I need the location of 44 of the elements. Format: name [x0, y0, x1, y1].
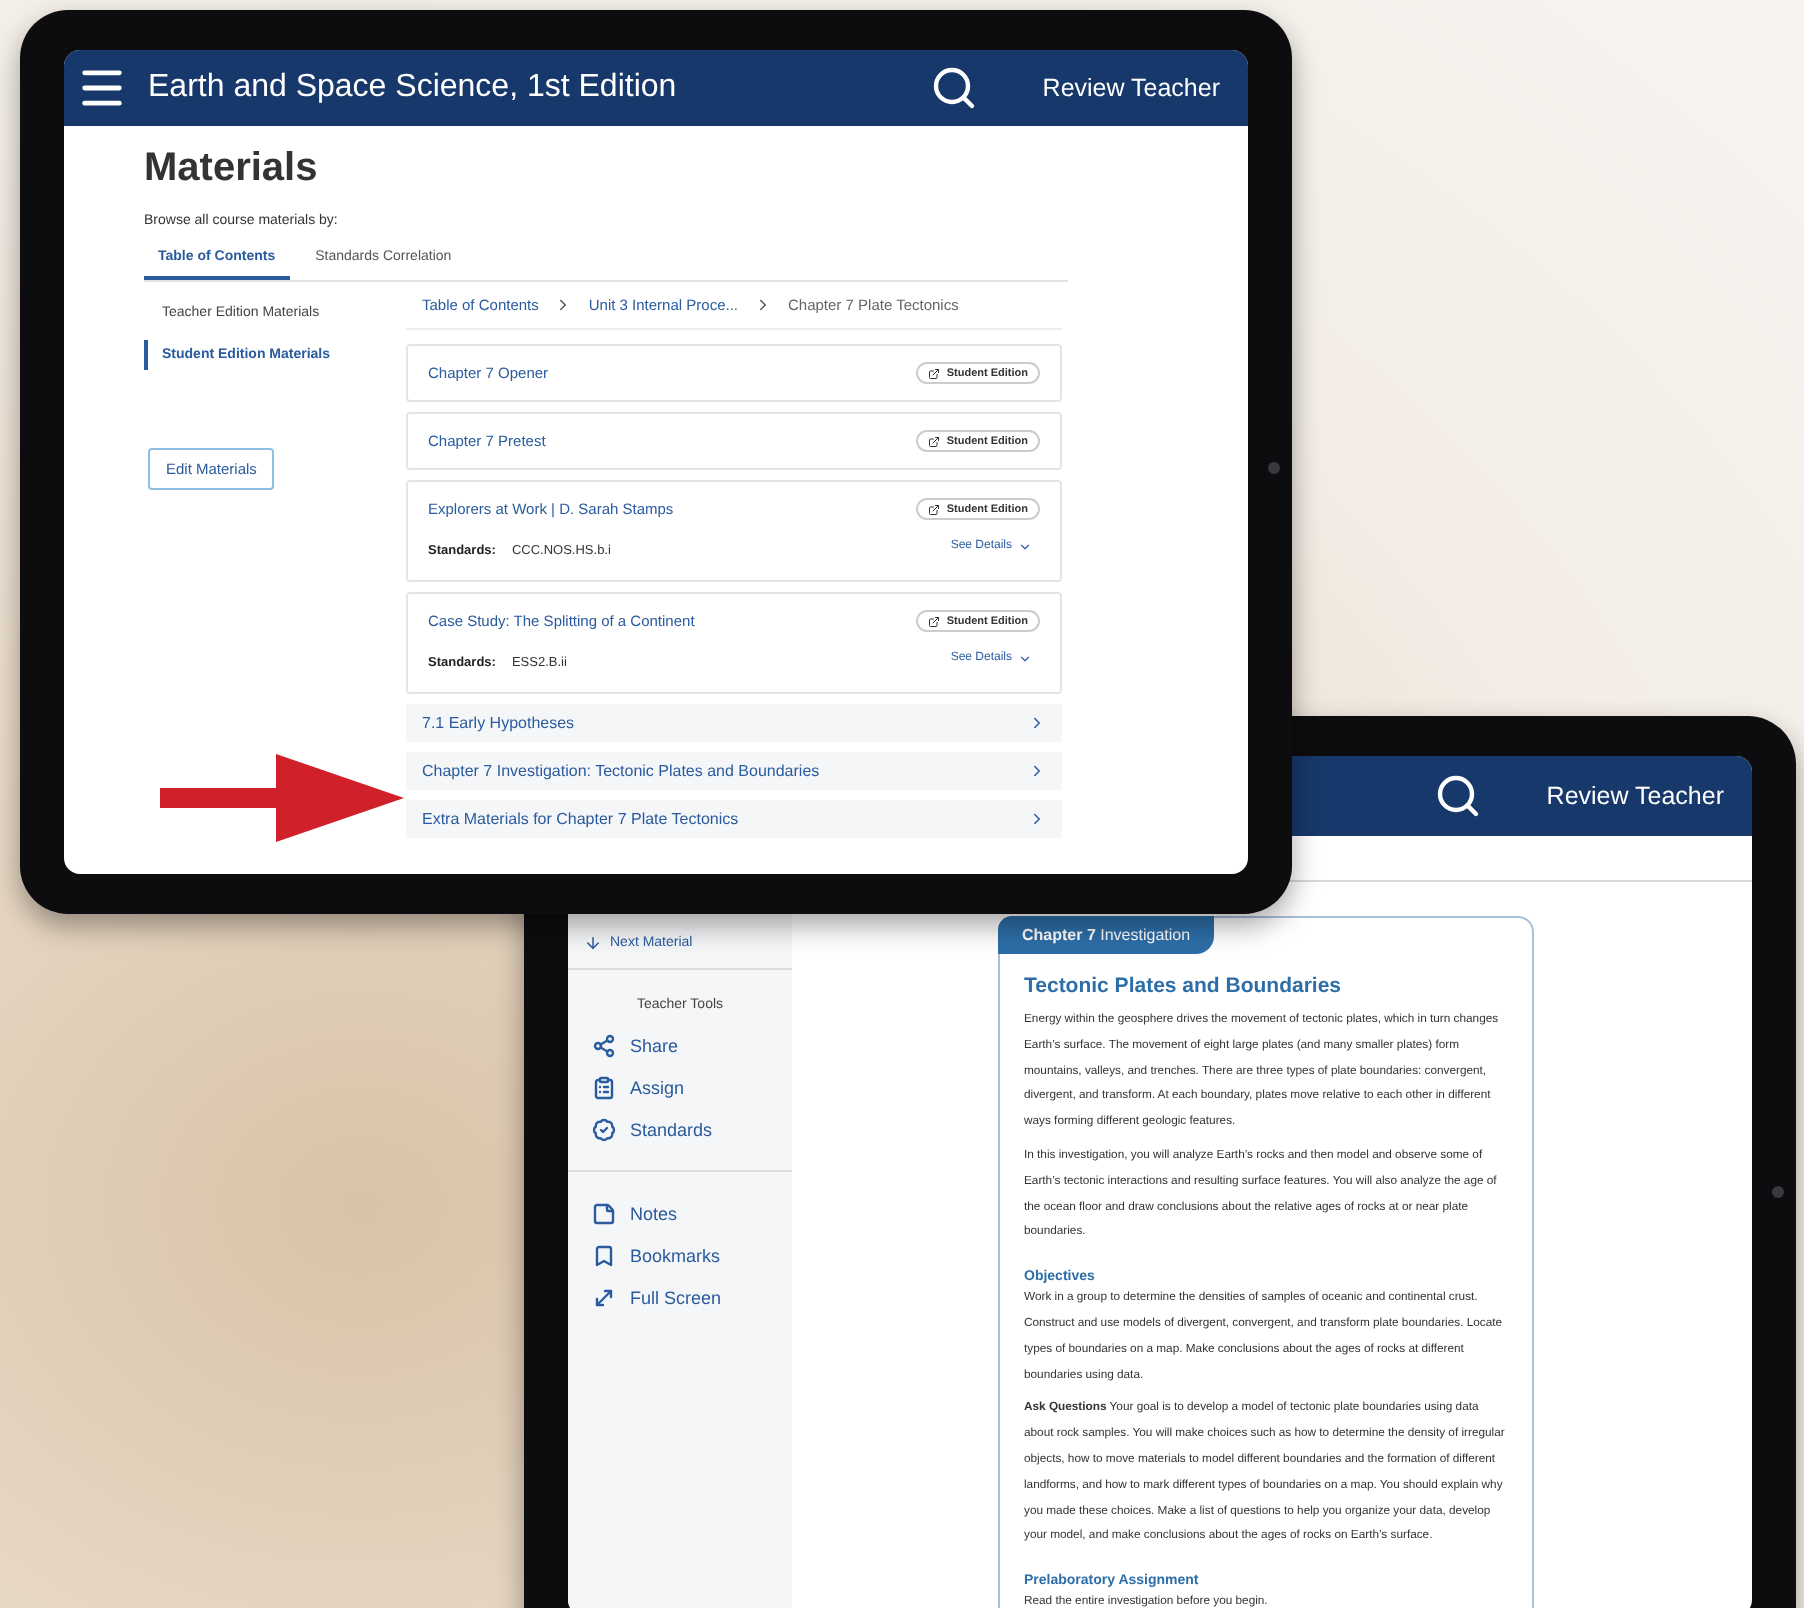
diagonal-arrows-icon: [592, 1285, 616, 1309]
arrow-down-icon: [584, 934, 602, 952]
review-teacher-link[interactable]: Review Teacher: [1042, 74, 1220, 102]
search-icon[interactable]: [930, 64, 979, 112]
section-row[interactable]: 7.1 Early Hypotheses: [406, 704, 1062, 742]
section-row[interactable]: Extra Materials for Chapter 7 Plate Tectonics: [406, 800, 1062, 838]
external-link-icon: [928, 503, 941, 515]
search-icon[interactable]: [1434, 772, 1483, 820]
chevron-down-icon: [1018, 539, 1032, 553]
share-icon: [592, 1033, 616, 1057]
tool-label: Bookmarks: [630, 1245, 721, 1265]
tool-label: Notes: [630, 1203, 678, 1223]
section-title: Extra Materials for Chapter 7 Plate Tectonics: [422, 810, 739, 828]
tool-link[interactable]: Full Screen: [568, 1276, 792, 1318]
chevron-right-icon: [1028, 810, 1046, 828]
course-title: Earth and Space Science, 1st Edition: [148, 70, 679, 106]
chevron-right-icon: [754, 296, 772, 314]
external-link-icon: [928, 435, 941, 447]
external-link-icon: [928, 367, 941, 379]
tool-label: Standards: [630, 1119, 713, 1139]
investigation-title: Tectonic Plates and Boundaries: [1024, 974, 1344, 998]
chevron-right-icon: [1028, 714, 1046, 732]
camera-dot: [1772, 1186, 1784, 1198]
chevron-right-icon: [1028, 762, 1046, 780]
external-link-icon: [928, 615, 941, 627]
chevron-down-icon: [1018, 651, 1032, 665]
note-icon: [592, 1201, 616, 1225]
badge-check-icon: [592, 1117, 616, 1141]
section-title: 7.1 Early Hypotheses: [422, 714, 575, 732]
tool-label: Assign: [630, 1077, 685, 1097]
section-title: Chapter 7 Investigation: Tectonic Plates and Boundaries: [422, 762, 820, 780]
tool-link[interactable]: Assign: [568, 1066, 792, 1108]
clipboard-icon: [592, 1075, 616, 1099]
section-row[interactable]: Chapter 7 Investigation: Tectonic Plates and Boundaries: [406, 752, 1062, 790]
tool-link[interactable]: Standards: [568, 1108, 792, 1150]
tool-label: Full Screen: [630, 1287, 722, 1307]
page-heading: Materials: [144, 146, 320, 192]
tool-link[interactable]: Notes: [568, 1192, 792, 1234]
bookmark-icon: [592, 1243, 616, 1267]
tool-label: Share: [630, 1035, 679, 1055]
tool-link[interactable]: Bookmarks: [568, 1234, 792, 1276]
review-teacher-link[interactable]: Review Teacher: [1546, 782, 1724, 810]
camera-dot: [1268, 462, 1280, 474]
tool-link[interactable]: Share: [568, 1024, 792, 1066]
